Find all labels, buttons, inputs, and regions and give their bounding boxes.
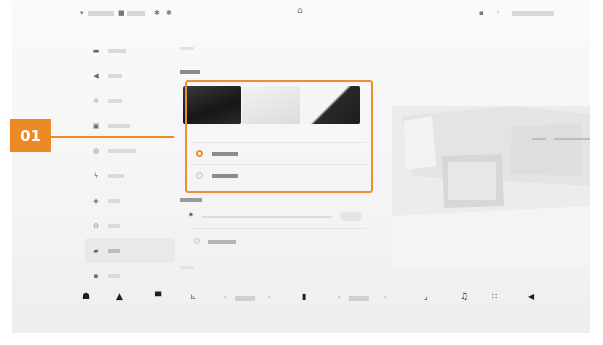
sidebar-item-display[interactable]: ▬ [85,38,175,63]
home-icon[interactable]: ☗ [82,292,90,302]
brightness-slider[interactable] [202,216,332,218]
lock-icon: ▣ [92,121,100,130]
left-temperature-decrease[interactable]: ‹ [224,294,226,301]
car-icon[interactable]: ⌂ [297,6,303,16]
bluetooth-icon: ✱ [154,9,160,17]
right-temperature-decrease[interactable]: ‹ [338,294,340,301]
signal-icon: ▾ [80,9,84,17]
sidebar-item-other[interactable]: ▪ [85,263,175,288]
screen: ▾ ■ ✱ ✱ ⌂ ▪ ◦ ▬ ◀ ☼ ▣ ◎ ϟ ◈ ⊙ ▰ ▪ ✷ ☗ ▲ … [12,0,590,333]
auto-brightness-toggle[interactable] [194,238,200,244]
sidebar-item-label [108,173,124,178]
sidebar-item-label [108,73,122,78]
charging-icon: ϟ [93,171,99,180]
temperature-icon: ◦ [496,9,501,17]
display-icon: ▬ [92,46,100,55]
bottom-caption [180,266,194,269]
sidebar-item-label [108,248,120,253]
theme-title [180,70,200,74]
volume-icon[interactable]: ◀ [528,292,534,301]
brightness-value-box[interactable] [340,212,362,221]
section-caption [180,47,194,50]
theme-highlight-box [185,80,373,193]
sidebar-item-driving[interactable]: ◎ [85,138,175,163]
sidebar-item-sound[interactable]: ◀ [85,63,175,88]
callout-badge: 01 [10,119,51,152]
status-bar: ▾ ■ ✱ ✱ ⌂ ▪ ◦ [12,0,590,26]
car-illustration [392,106,590,266]
sidebar-item-label [108,98,122,103]
sidebar-item-label [108,198,120,203]
status-text-1 [88,11,114,16]
callout-line [51,136,174,138]
fan-icon[interactable]: ⊾ [190,292,197,301]
system-icon: ▰ [93,246,99,255]
apps-icon[interactable]: ∷ [492,292,497,301]
sidebar-item-connection[interactable]: ⊙ [85,213,175,238]
light-icon: ☼ [92,96,100,105]
status-text-2 [127,11,145,16]
right-temperature-increase[interactable]: › [384,294,386,301]
settings-sidebar: ▬ ◀ ☼ ▣ ◎ ϟ ◈ ⊙ ▰ ▪ [85,38,175,288]
wiper-icon[interactable]: ⌟ [424,292,428,301]
sidebar-item-navigation[interactable]: ◈ [85,188,175,213]
auto-brightness-label [208,240,236,244]
sidebar-item-light[interactable]: ☼ [85,88,175,113]
right-temperature [349,296,369,301]
sidebar-item-label [108,48,126,53]
defrost-icon[interactable]: ▮ [302,292,306,301]
left-temperature-increase[interactable]: › [268,294,270,301]
seat-icon[interactable]: ▀ [155,292,161,301]
navigation-icon: ◈ [93,196,99,205]
bottom-dock: ☗ ▲ ▀ ⊾ ‹ › ▮ ‹ › ⌟ ♫ ∷ ◀ [12,286,590,310]
wifi-icon: ■ [118,9,125,17]
mute-icon: ▪ [479,9,484,17]
sidebar-item-charging[interactable]: ϟ [85,163,175,188]
other-icon: ▪ [93,271,99,280]
status-right-text [512,11,554,16]
music-icon[interactable]: ♫ [460,292,468,302]
brightness-title [180,198,202,202]
sidebar-item-system[interactable]: ▰ [85,238,175,263]
sidebar-item-label [108,148,136,153]
sidebar-item-label [108,223,120,228]
sound-icon: ✱ [166,9,172,17]
brightness-icon: ✷ [188,211,194,219]
sidebar-item-label [108,273,120,278]
sidebar-item-label [108,123,130,128]
left-temperature [235,296,255,301]
car-icon[interactable]: ▲ [116,292,123,302]
connection-icon: ⊙ [93,221,99,230]
sound-icon: ◀ [93,71,99,80]
divider [190,228,366,229]
sidebar-item-lock[interactable]: ▣ [85,113,175,138]
driving-icon: ◎ [92,146,100,155]
